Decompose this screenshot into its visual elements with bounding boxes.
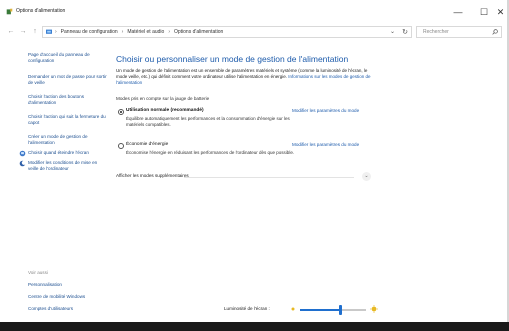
plan-power-saver-radio[interactable] bbox=[118, 143, 124, 149]
see-also-mobility-center[interactable]: Centre de mobilité Windows bbox=[28, 294, 85, 299]
plan-power-saver-name[interactable]: Économie d'énergie bbox=[126, 142, 168, 147]
show-additional-plans[interactable]: Afficher les modes supplémentaires ⌄ bbox=[116, 172, 374, 181]
breadcrumb-power-options[interactable]: Options d'alimentation bbox=[174, 29, 223, 35]
window-title: Options d'alimentation bbox=[16, 8, 66, 14]
title-bar: Options d'alimentation — ☐ ✕ bbox=[0, 0, 509, 22]
sidebar-link-lid-close[interactable]: Choisir l'action qui suit la fermeture d… bbox=[28, 114, 108, 126]
brightness-slider-thumb[interactable] bbox=[339, 305, 343, 315]
power-options-icon bbox=[6, 8, 13, 15]
plan-power-saver-description: Économise l'énergie en réduisant les per… bbox=[126, 150, 295, 155]
intro-text: Un mode de gestion de l'alimentation est… bbox=[116, 68, 378, 86]
brightness-high-icon bbox=[370, 305, 378, 313]
moon-icon bbox=[19, 160, 26, 167]
search-input[interactable]: Rechercher bbox=[416, 26, 502, 38]
brightness-label: Luminosité de l'écran : bbox=[224, 306, 270, 311]
sidebar-link-home[interactable]: Page d'accueil du panneau de configurati… bbox=[28, 52, 108, 64]
screen-bezel bbox=[0, 322, 509, 331]
see-also-personalization[interactable]: Personnalisation bbox=[28, 282, 62, 287]
navigation-bar: ← → ↑ › Panneau de configuration › Matér… bbox=[0, 22, 509, 42]
breadcrumb-separator: › bbox=[121, 29, 124, 35]
brightness-bar: Luminosité de l'écran : bbox=[110, 300, 509, 322]
refresh-icon[interactable]: ↻ bbox=[402, 28, 408, 36]
breadcrumb: › Panneau de configuration › Matériel et… bbox=[55, 29, 223, 35]
breadcrumb-separator: › bbox=[168, 29, 170, 35]
sidebar-link-power-buttons[interactable]: Choisir l'action des boutons d'alimentat… bbox=[28, 94, 108, 106]
minimize-button[interactable]: — bbox=[446, 4, 470, 20]
search-placeholder: Rechercher bbox=[423, 29, 449, 35]
control-panel-icon bbox=[46, 29, 52, 34]
sidebar-link-require-password[interactable]: Demander un mot de passe pour sortir de … bbox=[28, 74, 108, 86]
brightness-slider[interactable] bbox=[300, 305, 366, 315]
brightness-low-icon bbox=[291, 307, 295, 311]
breadcrumb-separator: › bbox=[55, 29, 57, 35]
page-title: Choisir ou personnaliser un mode de gest… bbox=[116, 54, 349, 64]
plans-section-label: Modes pris en compte sur la jauge de bat… bbox=[116, 96, 210, 101]
plan-balanced-name[interactable]: Utilisation normale (recommandé) bbox=[126, 108, 204, 113]
divider bbox=[184, 177, 354, 178]
forward-button[interactable]: → bbox=[18, 27, 28, 37]
back-button[interactable]: ← bbox=[6, 27, 16, 37]
plan-power-saver-change-link[interactable]: Modifier les paramètres du mode bbox=[292, 142, 359, 147]
sidebar-link-sleep-settings[interactable]: Modifier les conditions de mise en veill… bbox=[28, 160, 108, 172]
search-icon bbox=[492, 29, 498, 35]
breadcrumb-control-panel[interactable]: Panneau de configuration bbox=[61, 29, 118, 35]
chevron-down-icon[interactable]: ⌄ bbox=[362, 172, 371, 181]
address-bar[interactable]: › Panneau de configuration › Matériel et… bbox=[42, 26, 412, 38]
up-button[interactable]: ↑ bbox=[30, 27, 40, 37]
sidebar-link-create-plan[interactable]: Créer un mode de gestion de l'alimentati… bbox=[28, 134, 108, 146]
sidebar: Page d'accueil du panneau de configurati… bbox=[0, 42, 110, 322]
sidebar-link-turn-off-display[interactable]: Choisir quand éteindre l'écran bbox=[28, 150, 108, 156]
address-dropdown-icon[interactable]: ⌄ bbox=[390, 28, 395, 35]
see-also-user-accounts[interactable]: Comptes d'utilisateurs bbox=[28, 306, 73, 311]
plan-balanced-radio[interactable] bbox=[118, 109, 124, 115]
plan-balanced-change-link[interactable]: Modifier les paramètres du mode bbox=[292, 108, 359, 113]
display-icon bbox=[19, 150, 26, 157]
show-additional-plans-label: Afficher les modes supplémentaires bbox=[116, 173, 189, 178]
main-content: Choisir ou personnaliser un mode de gest… bbox=[110, 42, 509, 322]
brightness-slider-fill bbox=[300, 309, 341, 311]
see-also-heading: Voir aussi bbox=[28, 270, 48, 275]
breadcrumb-hardware-sound[interactable]: Matériel et audio bbox=[127, 29, 164, 35]
plan-balanced-description: Équilibre automatiquement les performanc… bbox=[126, 116, 290, 127]
